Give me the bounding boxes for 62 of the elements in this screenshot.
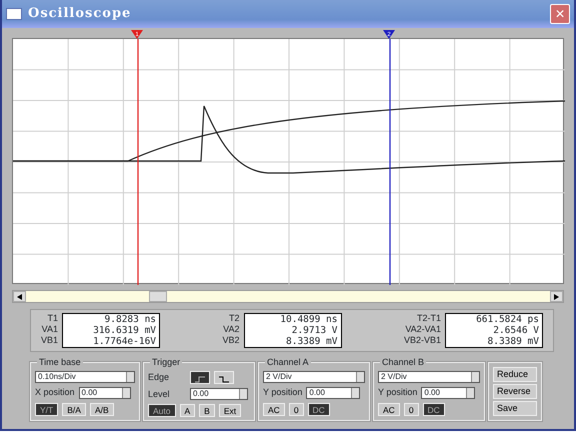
scroll-thumb[interactable] xyxy=(149,291,168,302)
edge-icon xyxy=(195,376,205,382)
spin-field[interactable]: 2 V/Div xyxy=(263,371,365,383)
spinner-icon[interactable] xyxy=(466,388,474,398)
mode-button[interactable]: A/B xyxy=(90,402,114,416)
source-button[interactable]: Ext xyxy=(218,404,242,417)
readout-label: VB2 xyxy=(222,335,240,346)
field-label: X position xyxy=(35,386,75,399)
cursor-line[interactable] xyxy=(137,39,139,285)
readout-label: T2 xyxy=(228,313,240,324)
readout-label: VA1 xyxy=(42,324,58,335)
field-label: Y position xyxy=(263,386,302,399)
readout-value: 2.9713 V xyxy=(290,325,338,336)
spin-field[interactable]: 0.00 xyxy=(190,388,248,400)
group-title: Trigger xyxy=(150,356,182,370)
spinner-icon[interactable] xyxy=(351,388,360,398)
action-button[interactable]: Reduce xyxy=(493,367,537,382)
readout-value: 316.6319 mV xyxy=(92,325,156,336)
coupling-button[interactable]: AC xyxy=(378,402,400,416)
field-label: Edge xyxy=(148,371,170,384)
field-label: Y position xyxy=(378,386,418,399)
readout-value: 10.4899 ns xyxy=(279,314,338,325)
readout-value: 8.3389 mV xyxy=(285,336,338,347)
readout-label: VA2 xyxy=(223,324,240,335)
spin-field[interactable]: 0.00 xyxy=(78,386,131,399)
action-button[interactable]: Save xyxy=(493,401,537,416)
spinner-icon[interactable] xyxy=(122,388,130,398)
readout-value: 9.8283 ns xyxy=(104,314,156,325)
spin-field[interactable]: 0.10ns/Div xyxy=(35,371,135,383)
field-label: Level xyxy=(148,388,171,400)
spin-field[interactable]: 2 V/Div xyxy=(378,371,480,383)
readout-value: 2.6546 V xyxy=(492,325,539,336)
spin-field[interactable]: 0.00 xyxy=(421,386,476,399)
spin-field[interactable]: 0.00 xyxy=(306,386,360,399)
coupling-button[interactable]: 0 xyxy=(288,402,304,416)
cursor-line[interactable] xyxy=(389,39,391,285)
scrollbar[interactable] xyxy=(12,290,564,303)
readout-value: 661.5824 ps xyxy=(475,314,539,325)
coupling-button[interactable]: DC xyxy=(422,402,445,416)
window-title: Oscilloscope xyxy=(28,5,132,24)
readout-label: VB2-VB1 xyxy=(404,335,441,346)
readout-label: VB1 xyxy=(41,335,58,346)
readout-label: T2-T1 xyxy=(416,313,441,324)
coupling-button[interactable]: DC xyxy=(308,402,330,416)
readout-label: T1 xyxy=(48,313,58,324)
action-button[interactable]: Reverse xyxy=(493,384,537,399)
edge-icon xyxy=(219,376,229,382)
readout-label: VA2-VA1 xyxy=(405,324,441,335)
mode-button[interactable]: Y/T xyxy=(35,402,58,416)
window-icon xyxy=(6,8,22,20)
source-button[interactable]: Auto xyxy=(148,404,176,417)
close-button[interactable]: × xyxy=(550,4,570,24)
source-button[interactable]: B xyxy=(199,404,215,417)
edge-button[interactable] xyxy=(214,371,234,384)
mode-button[interactable]: B/A xyxy=(62,402,86,416)
readout-value: 1.7764e-16V xyxy=(92,336,156,347)
spinner-icon[interactable] xyxy=(239,389,247,400)
source-button[interactable]: A xyxy=(180,404,196,417)
edge-button[interactable] xyxy=(190,371,210,384)
readout-value: 8.3389 mV xyxy=(486,336,539,347)
coupling-button[interactable]: AC xyxy=(263,402,285,416)
coupling-button[interactable]: 0 xyxy=(404,402,419,416)
